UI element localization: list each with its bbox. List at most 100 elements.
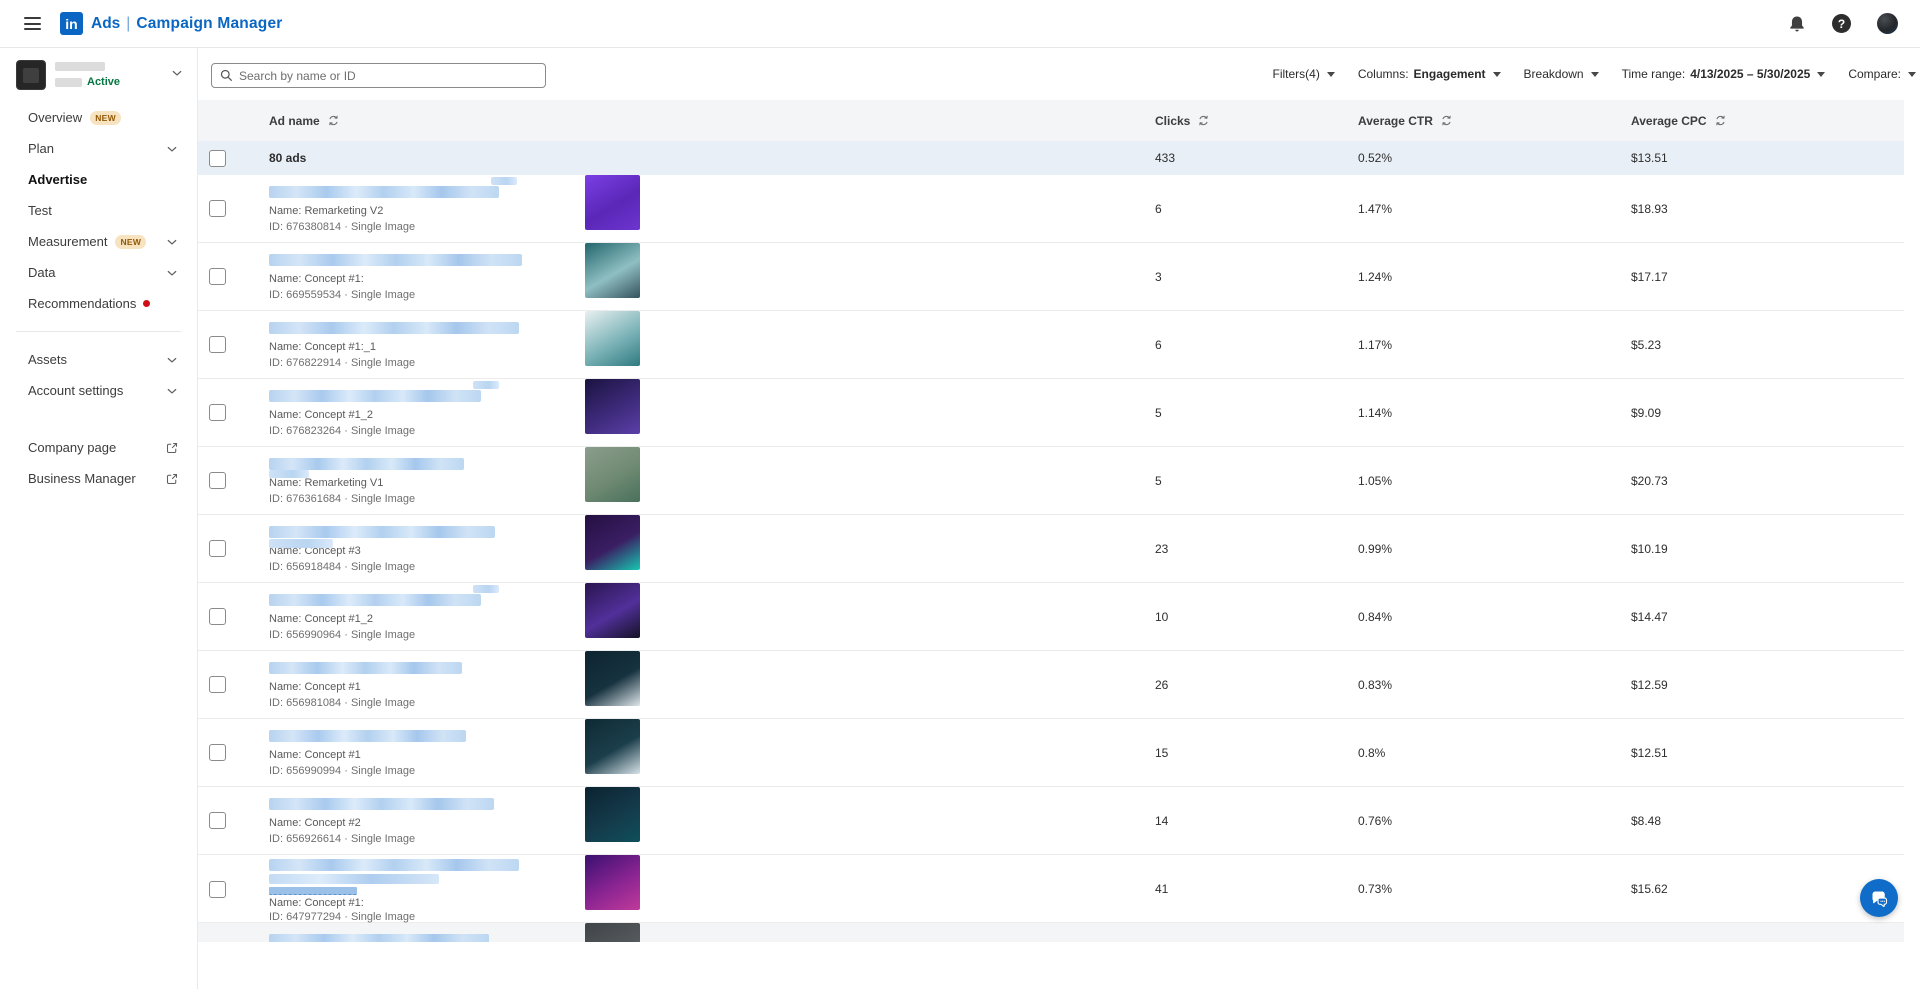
title-separator: | [126,15,130,33]
ad-id-and-format: ID: 656990964 · Single Image [269,629,585,641]
ad-thumbnail[interactable] [585,923,640,942]
row-checkbox[interactable] [209,336,226,353]
table-header-row: Ad name Clicks Average CTR Average CPC [198,100,1904,141]
average-cpc-value: $9.09 [1631,406,1904,420]
summary-cpc: $13.51 [1631,151,1904,165]
redacted-campaign-name [269,859,519,871]
table-row[interactable]: Name: Concept #1_2 ID: 656990964 · Singl… [198,583,1904,651]
ad-thumbnail[interactable] [585,447,640,502]
sidebar-item-plan[interactable]: Plan [0,133,197,164]
search-input[interactable] [239,69,537,83]
row-checkbox[interactable] [209,744,226,761]
app-title: Ads | Campaign Manager [91,15,283,33]
time-range-dropdown[interactable]: Time range: 4/13/2025 – 5/30/2025 [1622,67,1826,81]
external-link-icon [166,442,178,454]
columns-dropdown[interactable]: Columns: Engagement [1358,67,1501,81]
average-ctr-value: 1.17% [1358,338,1631,352]
sidebar-item-business-manager[interactable]: Business Manager [0,463,197,494]
column-header-average-cpc[interactable]: Average CPC [1631,114,1904,128]
sidebar-item-data[interactable]: Data [0,257,197,288]
sidebar-item-label: Plan [28,141,54,156]
caret-down-icon [1591,72,1599,77]
sidebar-item-advertise[interactable]: Advertise [0,164,197,195]
ad-thumbnail[interactable] [585,243,640,298]
ad-thumbnail[interactable] [585,175,640,230]
sort-icon[interactable] [327,114,340,127]
redacted-campaign-name [269,526,495,538]
help-icon[interactable]: ? [1832,14,1851,33]
row-checkbox[interactable] [209,540,226,557]
sidebar-item-overview[interactable]: OverviewNEW [0,102,197,133]
sidebar-item-recommendations[interactable]: Recommendations [0,288,197,319]
table-row[interactable]: Name: Concept #3 ID: 656918484 · Single … [198,515,1904,583]
breakdown-label: Breakdown [1524,67,1584,81]
average-cpc-value: $10.19 [1631,542,1904,556]
row-checkbox[interactable] [209,676,226,693]
row-checkbox[interactable] [209,881,226,898]
sidebar-item-measurement[interactable]: MeasurementNEW [0,226,197,257]
linkedin-logo[interactable]: in [60,12,83,35]
search-icon [220,69,233,82]
column-header-clicks[interactable]: Clicks [1155,114,1358,128]
row-checkbox[interactable] [209,404,226,421]
table-row[interactable]: Name: Concept #1_2 ID: 676823264 · Singl… [198,379,1904,447]
sidebar-item-test[interactable]: Test [0,195,197,226]
ad-thumbnail[interactable] [585,855,640,910]
table-row[interactable]: Name: Concept #1: ID: 669559534 · Single… [198,243,1904,311]
search-box[interactable] [211,63,546,88]
ad-thumbnail[interactable] [585,379,640,434]
table-row[interactable]: Name: Concept #2 ID: 656926614 · Single … [198,787,1904,855]
clicks-value: 3 [1155,270,1358,284]
caret-down-icon [1817,72,1825,77]
profile-avatar[interactable] [1877,13,1898,34]
ad-name: Name: Concept #2 [269,817,585,829]
filters-dropdown[interactable]: Filters(4) [1273,67,1335,81]
table-row[interactable]: Name: Remarketing V1 ID: 676361684 · Sin… [198,447,1904,515]
redacted-campaign-name [269,798,494,810]
sort-icon[interactable] [1714,114,1727,127]
select-all-checkbox[interactable] [209,150,226,167]
row-checkbox[interactable] [209,608,226,625]
chatbot-button[interactable] [1860,879,1898,917]
ad-id-and-format: ID: 656981084 · Single Image [269,697,585,709]
new-badge: NEW [115,235,146,249]
breakdown-dropdown[interactable]: Breakdown [1524,67,1599,81]
ad-name: Name: Remarketing V2 [269,205,585,217]
ad-thumbnail[interactable] [585,651,640,706]
row-checkbox[interactable] [209,472,226,489]
account-selector[interactable]: Active [16,60,183,90]
row-checkbox[interactable] [209,268,226,285]
ad-id-and-format: ID: 669559534 · Single Image [269,289,585,301]
table-row[interactable]: Name: Concept #1: ID: 647977294 · Single… [198,855,1904,923]
row-checkbox[interactable] [209,812,226,829]
table-row[interactable]: Name: Concept #1 ID: 656981084 · Single … [198,651,1904,719]
notifications-bell-icon[interactable] [1788,15,1806,33]
redacted-link[interactable] [269,887,357,895]
caret-down-icon [1493,72,1501,77]
ad-thumbnail[interactable] [585,311,640,366]
ad-thumbnail[interactable] [585,515,640,570]
average-ctr-value: 0.84% [1358,610,1631,624]
row-checkbox[interactable] [209,200,226,217]
average-ctr-value: 0.73% [1358,882,1631,896]
table-row[interactable]: Name: Remarketing V2 ID: 676380814 · Sin… [198,175,1904,243]
table-row[interactable]: Name: Concept #1:_1 ID: 676822914 · Sing… [198,311,1904,379]
sidebar-item-assets[interactable]: Assets [0,344,197,375]
summary-ctr: 0.52% [1358,151,1631,165]
table-row[interactable]: Name: Concept #1 ID: 656990994 · Single … [198,719,1904,787]
ad-thumbnail[interactable] [585,583,640,638]
column-header-average-ctr[interactable]: Average CTR [1358,114,1631,128]
ad-thumbnail[interactable] [585,719,640,774]
sidebar-item-account-settings[interactable]: Account settings [0,375,197,406]
redacted-text-fragment [473,585,499,593]
sort-icon[interactable] [1440,114,1453,127]
hamburger-menu-icon[interactable] [24,17,41,30]
sidebar-item-company-page[interactable]: Company page [0,432,197,463]
sort-icon[interactable] [1197,114,1210,127]
redacted-account-name [55,62,105,71]
toolbar: Filters(4) Columns: Engagement Breakdown… [198,48,1920,100]
table-row[interactable] [198,923,1904,942]
ad-thumbnail[interactable] [585,787,640,842]
compare-dropdown[interactable]: Compare: [1848,67,1916,81]
column-header-ad-name[interactable]: Ad name [269,114,585,128]
